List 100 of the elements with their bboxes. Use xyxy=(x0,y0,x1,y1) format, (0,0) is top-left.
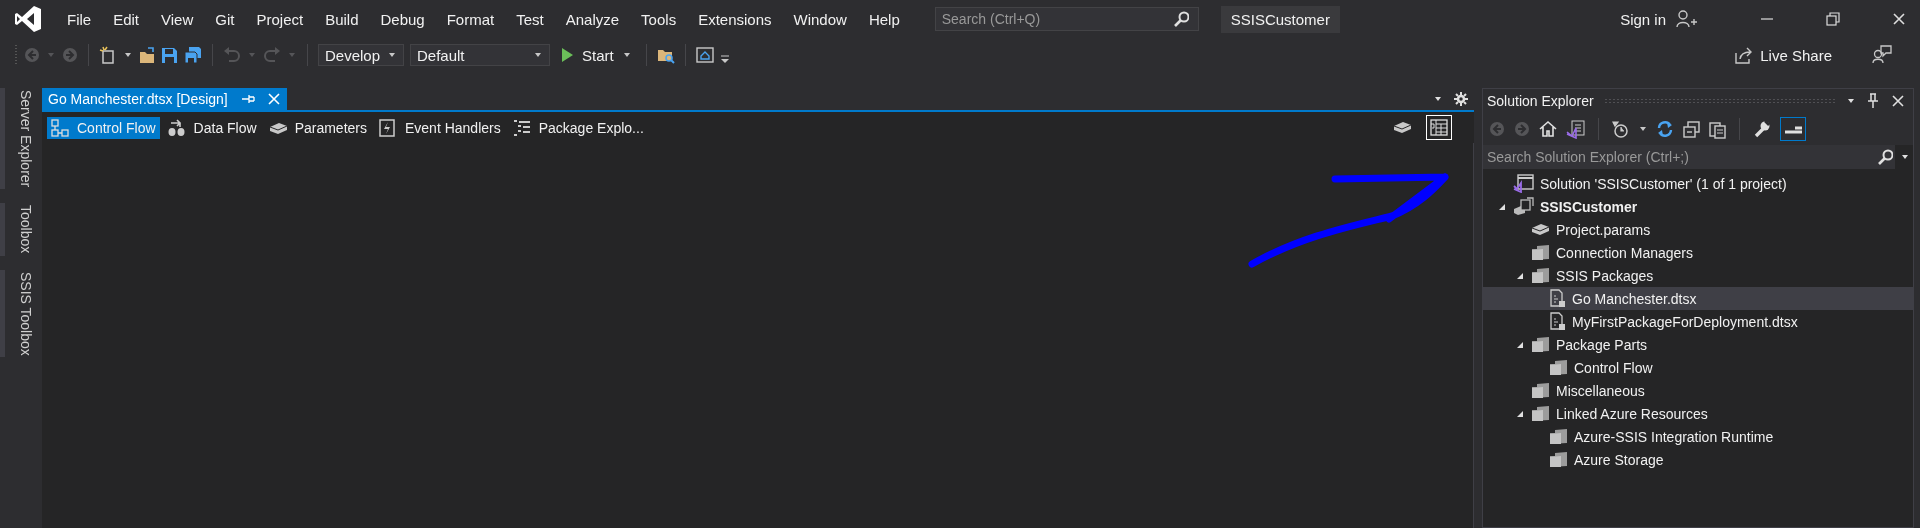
side-tab[interactable]: Server Explorer xyxy=(0,88,36,190)
designer-tab[interactable]: Package Explo... xyxy=(508,116,648,139)
menu-item[interactable]: Extensions xyxy=(687,6,783,32)
variables-icon[interactable] xyxy=(1426,115,1452,140)
history-icon[interactable] xyxy=(1612,120,1630,138)
caret-icon[interactable] xyxy=(1901,153,1909,161)
side-tab[interactable]: SSIS Toolbox xyxy=(0,269,36,358)
folder-icon xyxy=(1531,404,1550,423)
tree-item[interactable]: Solution 'SSISCustomer' (1 of 1 project) xyxy=(1483,172,1913,195)
sign-in-link[interactable]: Sign in xyxy=(1620,10,1666,28)
configuration-dropdown[interactable]: Develop xyxy=(318,44,404,66)
side-tab[interactable]: Toolbox xyxy=(0,203,36,256)
folder-icon xyxy=(1531,266,1550,285)
settings-icon[interactable] xyxy=(1454,92,1468,106)
preview-toggle[interactable] xyxy=(1780,117,1806,141)
designer-tab[interactable]: Control Flow xyxy=(47,116,160,139)
caret-icon[interactable] xyxy=(124,51,132,59)
save-icon[interactable] xyxy=(161,46,178,64)
flow-icon xyxy=(51,118,69,137)
start-button[interactable]: Start xyxy=(556,46,636,64)
restore-icon[interactable] xyxy=(1826,12,1840,26)
menu-item[interactable]: Format xyxy=(435,6,506,32)
tree-item[interactable]: Go Manchester.dtsx xyxy=(1483,287,1913,310)
search-field[interactable]: Search (Ctrl+Q) xyxy=(934,7,1199,31)
wrench-icon[interactable] xyxy=(1753,120,1771,138)
folder-icon xyxy=(1549,450,1568,469)
expanded-triangle-icon[interactable] xyxy=(1516,340,1524,349)
menu-item[interactable]: Help xyxy=(857,6,911,32)
grip-icon xyxy=(14,44,18,66)
solution-name: SSISCustomer xyxy=(1220,5,1340,33)
solution-icon xyxy=(1513,174,1534,193)
menu-item[interactable]: File xyxy=(56,6,103,32)
live-share-button[interactable]: Live Share xyxy=(1734,46,1832,64)
menu-item[interactable]: View xyxy=(150,6,205,32)
add-user-icon[interactable] xyxy=(1676,9,1698,29)
app-logo-icon[interactable] xyxy=(14,4,42,34)
menu-item[interactable]: Build xyxy=(314,6,370,32)
home-icon[interactable] xyxy=(1539,120,1557,138)
close-icon[interactable] xyxy=(1892,12,1906,26)
menu-item[interactable]: Debug xyxy=(369,6,436,32)
data-flow-icon xyxy=(167,118,186,137)
caret-icon[interactable] xyxy=(534,51,542,59)
menu-item[interactable]: Git xyxy=(204,6,246,32)
search-icon[interactable] xyxy=(1172,11,1189,27)
tree-item[interactable]: MyFirstPackageForDeployment.dtsx xyxy=(1483,310,1913,333)
menu-item[interactable]: Window xyxy=(782,6,858,32)
save-all-icon[interactable] xyxy=(184,46,202,64)
menu-item[interactable]: Tools xyxy=(630,6,688,32)
open-folder-icon[interactable] xyxy=(139,46,155,64)
collapse-all-icon[interactable] xyxy=(1683,120,1700,138)
designer-tab[interactable]: Event Handlers xyxy=(375,116,505,139)
expanded-triangle-icon[interactable] xyxy=(1498,202,1506,211)
panel-title: Solution Explorer xyxy=(1487,93,1594,109)
sync-icon[interactable] xyxy=(1656,120,1674,138)
menu-item[interactable]: Analyze xyxy=(554,6,631,32)
expanded-triangle-icon[interactable] xyxy=(1516,409,1524,418)
package-file-icon xyxy=(1549,289,1566,308)
designer-tab[interactable]: Parameters xyxy=(264,116,371,139)
copy-icon[interactable] xyxy=(1709,119,1726,139)
search-field[interactable]: Search Solution Explorer (Ctrl+;) xyxy=(1483,145,1895,169)
tree-item[interactable]: Package Parts xyxy=(1483,333,1913,356)
folder-icon xyxy=(1531,243,1550,262)
tree-item[interactable]: Azure Storage xyxy=(1483,448,1913,471)
folder-icon xyxy=(1549,427,1568,446)
tree-item[interactable]: Project.params xyxy=(1483,218,1913,241)
caret-icon[interactable] xyxy=(1434,95,1442,103)
folder-icon xyxy=(1531,381,1550,400)
tree-item[interactable]: Miscellaneous xyxy=(1483,379,1913,402)
caret-icon xyxy=(622,51,631,59)
explorer-list-icon xyxy=(512,118,531,137)
pin-icon[interactable] xyxy=(1865,93,1881,109)
menu-item[interactable]: Test xyxy=(505,6,555,32)
new-project-icon[interactable] xyxy=(99,46,117,64)
folder-icon xyxy=(1531,335,1550,354)
tree-item[interactable]: Control Flow xyxy=(1483,356,1913,379)
caret-icon[interactable] xyxy=(388,51,396,59)
document-tab[interactable]: Go Manchester.dtsx [Design] xyxy=(42,88,287,110)
tree-item[interactable]: Linked Azure Resources xyxy=(1483,402,1913,425)
browser-icon[interactable] xyxy=(695,46,714,64)
feedback-icon[interactable] xyxy=(1872,45,1892,65)
tree-item[interactable]: Connection Managers xyxy=(1483,241,1913,264)
expanded-triangle-icon[interactable] xyxy=(1516,271,1524,280)
caret-icon[interactable] xyxy=(1639,125,1647,133)
menu-item[interactable]: Edit xyxy=(102,6,151,32)
tree-item[interactable]: SSIS Packages xyxy=(1483,264,1913,287)
package-file-icon xyxy=(1549,312,1566,331)
overflow-icon[interactable] xyxy=(719,54,730,64)
designer-tab[interactable]: Data Flow xyxy=(163,116,261,139)
tree-item[interactable]: SSISCustomer xyxy=(1483,195,1913,218)
caret-icon[interactable] xyxy=(1847,97,1855,105)
menu-item[interactable]: Project xyxy=(245,6,315,32)
project-icon xyxy=(1513,197,1534,216)
platform-dropdown[interactable]: Default xyxy=(410,44,550,66)
play-icon xyxy=(560,47,574,63)
pin-icon[interactable] xyxy=(239,93,255,105)
event-handlers-icon xyxy=(379,118,397,137)
close-icon[interactable] xyxy=(1891,94,1905,108)
switch-views-icon[interactable] xyxy=(1566,119,1585,139)
search-icon[interactable] xyxy=(1877,149,1893,165)
tree-item[interactable]: Azure-SSIS Integration Runtime xyxy=(1483,425,1913,448)
